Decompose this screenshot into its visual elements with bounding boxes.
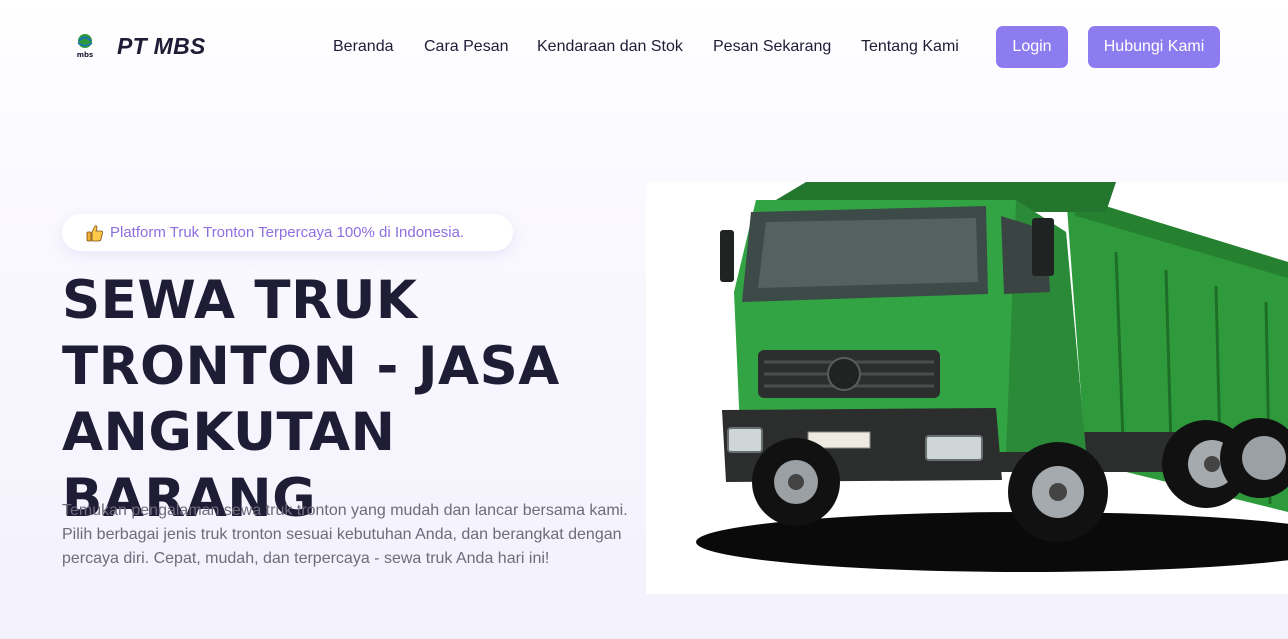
- trust-badge: Platform Truk Tronton Terpercaya 100% di…: [62, 214, 513, 251]
- site-header: mbs PT MBS Beranda Cara Pesan Kendaraan …: [0, 0, 1288, 94]
- login-button[interactable]: Login: [996, 26, 1068, 68]
- green-dump-truck-image: [646, 182, 1288, 594]
- badge-text: Platform Truk Tronton Terpercaya 100% di…: [110, 224, 465, 241]
- nav-item-pesan-sekarang[interactable]: Pesan Sekarang: [713, 38, 831, 56]
- thumbs-up-icon: [86, 224, 103, 241]
- svg-text:mbs: mbs: [77, 51, 93, 59]
- nav-item-kendaraan-dan-stok[interactable]: Kendaraan dan Stok: [537, 38, 683, 56]
- nav-item-beranda[interactable]: Beranda: [333, 38, 394, 56]
- nav-item-cara-pesan[interactable]: Cara Pesan: [424, 38, 509, 56]
- hero-description: Temukan pengalaman sewa truk tronton yan…: [62, 502, 628, 567]
- logo[interactable]: mbs: [72, 30, 98, 60]
- hero-title: SEWA TRUK TRONTON - JASA ANGKUTAN BARANG: [62, 268, 642, 532]
- nav-item-tentang-kami[interactable]: Tentang Kami: [861, 38, 959, 56]
- truck-illustration: [696, 182, 1288, 572]
- hero-title-line: TRONTON - JASA: [62, 336, 560, 397]
- contact-button[interactable]: Hubungi Kami: [1088, 26, 1220, 68]
- hero-title-line: SEWA TRUK: [62, 270, 418, 331]
- brand-name[interactable]: PT MBS: [117, 33, 206, 60]
- mbs-logo-icon: mbs: [77, 34, 93, 59]
